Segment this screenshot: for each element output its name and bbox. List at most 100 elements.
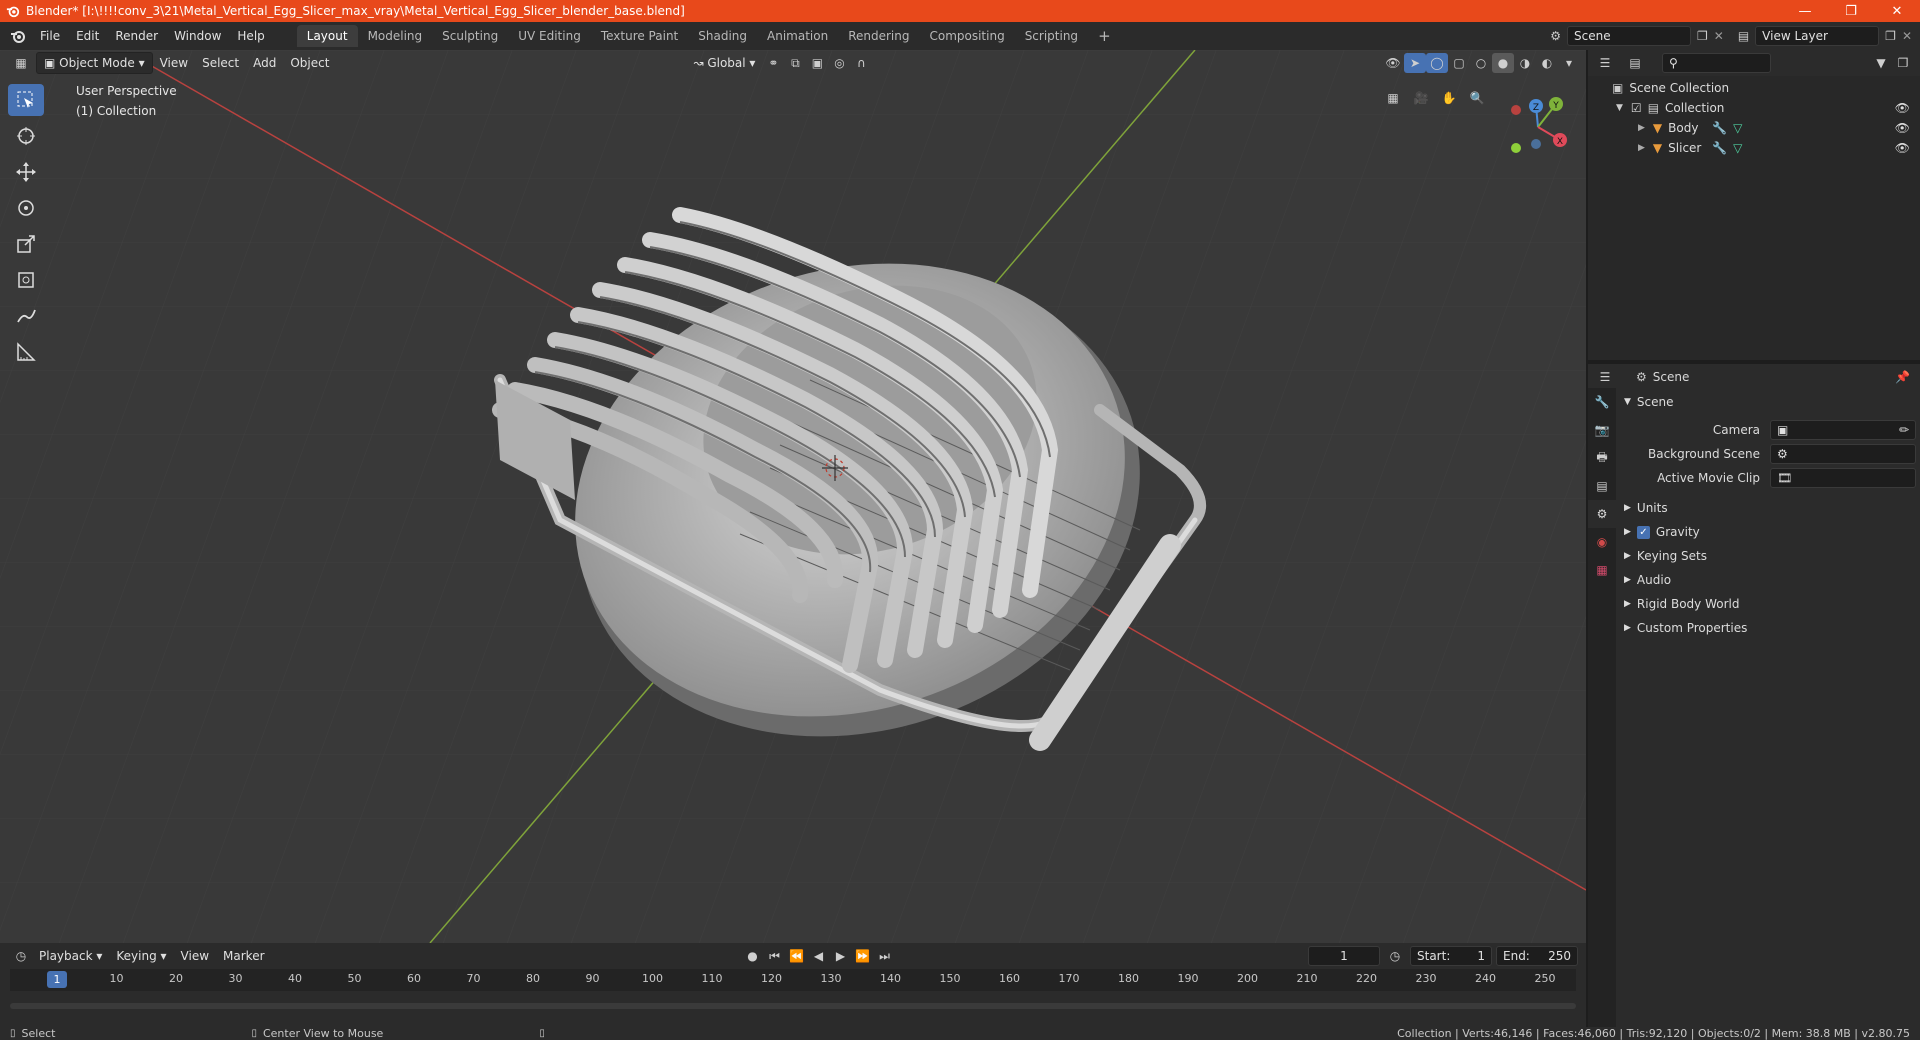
annotate-tool[interactable] <box>8 300 44 332</box>
new-view-layer-icon[interactable]: ❐ <box>1885 29 1896 43</box>
tab-texture[interactable]: ▦ <box>1588 556 1616 584</box>
play-reverse-icon[interactable]: ◀ <box>808 946 830 966</box>
remove-scene-icon[interactable]: ✕ <box>1714 29 1724 43</box>
camera-field[interactable]: ▣ ✏ <box>1770 420 1916 440</box>
start-frame-field[interactable]: Start: 1 <box>1410 946 1492 966</box>
minimize-button[interactable]: — <box>1782 0 1828 22</box>
proportional-edit-icon[interactable]: ◎ <box>828 53 850 73</box>
orientation-dropdown[interactable]: ↝ Global ▾ <box>686 53 762 73</box>
snap-target-icon[interactable]: ▣ <box>806 53 828 73</box>
timeline-menu-view[interactable]: View <box>174 946 216 966</box>
tab-world[interactable]: ◉ <box>1588 528 1616 556</box>
tab-animation[interactable]: Animation <box>757 25 838 47</box>
tab-tool[interactable]: 🔧 <box>1588 388 1616 416</box>
add-workspace-button[interactable]: + <box>1088 25 1121 47</box>
tab-compositing[interactable]: Compositing <box>919 25 1014 47</box>
movie-clip-field[interactable]: 🎞 <box>1770 468 1916 488</box>
tab-scene[interactable]: ⚙ <box>1588 500 1616 528</box>
scene-panel-header[interactable]: ▼ Scene <box>1620 390 1916 414</box>
viewport-menu-add[interactable]: Add <box>246 53 283 73</box>
menu-render[interactable]: Render <box>107 25 166 47</box>
rigid-body-world-panel-header[interactable]: ▶ Rigid Body World <box>1620 592 1916 616</box>
outliner-object-row[interactable]: ▶ ▼ Body 🔧 ▽ 👁 <box>1600 118 1916 138</box>
camera-view-icon[interactable]: 🎥 <box>1410 88 1432 108</box>
next-keyframe-icon[interactable]: ⏩ <box>852 946 874 966</box>
gizmo-toggle-icon[interactable]: ➤ <box>1404 53 1426 73</box>
keying-sets-panel-header[interactable]: ▶ Keying Sets <box>1620 544 1916 568</box>
tab-modeling[interactable]: Modeling <box>358 25 433 47</box>
blender-menu-icon[interactable] <box>10 28 26 44</box>
timeline-menu-keying[interactable]: Keying ▾ <box>109 946 173 966</box>
mode-dropdown[interactable]: ▣ Object Mode ▾ <box>36 52 153 74</box>
remove-view-layer-icon[interactable]: ✕ <box>1902 29 1912 43</box>
viewport-menu-view[interactable]: View <box>153 53 195 73</box>
record-icon[interactable]: ● <box>742 946 764 966</box>
measure-tool[interactable] <box>8 336 44 368</box>
close-button[interactable]: ✕ <box>1874 0 1920 22</box>
select-box-tool[interactable] <box>8 84 44 116</box>
maximize-button[interactable]: ❐ <box>1828 0 1874 22</box>
frame-ruler[interactable]: 1 10 20 30 40 50 60 70 80 90 100 110 120 130 140 150 160… <box>10 969 1576 991</box>
material-shading-icon[interactable]: ◑ <box>1514 53 1536 73</box>
tab-view-layer[interactable]: ▤ <box>1588 472 1616 500</box>
expand-arrow-icon[interactable]: ▶ <box>1638 123 1645 133</box>
jump-end-icon[interactable]: ⏭ <box>874 946 896 966</box>
background-scene-field[interactable]: ⚙ <box>1770 444 1916 464</box>
transform-tool[interactable] <box>8 264 44 296</box>
tab-render[interactable]: 📷 <box>1588 416 1616 444</box>
snap-icon[interactable]: ⧉ <box>784 53 806 73</box>
3d-viewport[interactable] <box>0 50 1586 943</box>
expand-arrow-icon[interactable]: ▶ <box>1638 143 1645 153</box>
tab-scripting[interactable]: Scripting <box>1015 25 1088 47</box>
outliner-root-row[interactable]: ▣ Scene Collection <box>1600 78 1916 98</box>
falloff-icon[interactable]: ∩ <box>850 53 872 73</box>
filter-icon[interactable]: ▼ <box>1870 53 1892 73</box>
expand-arrow-icon[interactable]: ▼ <box>1616 103 1623 113</box>
zoom-icon[interactable]: 🔍 <box>1466 88 1488 108</box>
scale-tool[interactable] <box>8 228 44 260</box>
cursor-tool[interactable] <box>8 120 44 152</box>
timeline-scrollbar[interactable] <box>10 1003 1576 1009</box>
collection-checkbox-icon[interactable]: ☑ <box>1631 101 1642 115</box>
visibility-icon[interactable]: 👁 <box>1382 53 1404 73</box>
prev-keyframe-icon[interactable]: ⏪ <box>786 946 808 966</box>
timeline-editor-icon[interactable]: ◷ <box>10 946 32 966</box>
jump-start-icon[interactable]: ⏮ <box>764 946 786 966</box>
new-scene-icon[interactable]: ❐ <box>1697 29 1708 43</box>
pin-icon[interactable]: 📌 <box>1895 370 1910 384</box>
end-frame-field[interactable]: End: 250 <box>1496 946 1578 966</box>
timeline-tracks[interactable] <box>10 991 1576 1013</box>
shading-options-icon[interactable]: ▾ <box>1558 53 1580 73</box>
scene-selector[interactable]: Scene <box>1567 26 1691 46</box>
tab-sculpting[interactable]: Sculpting <box>432 25 508 47</box>
timeline-menu-playback[interactable]: Playback ▾ <box>32 946 109 966</box>
properties-editor-icon[interactable]: ☰ <box>1594 367 1616 387</box>
collection-visibility-icon[interactable]: 👁 <box>1895 101 1910 115</box>
display-mode-icon[interactable]: ▤ <box>1624 53 1646 73</box>
viewport-menu-object[interactable]: Object <box>283 53 336 73</box>
menu-window[interactable]: Window <box>166 25 229 47</box>
pan-hand-icon[interactable]: ✋ <box>1438 88 1460 108</box>
current-frame-field[interactable]: 1 <box>1308 946 1380 966</box>
tab-uv-editing[interactable]: UV Editing <box>508 25 591 47</box>
tab-texture-paint[interactable]: Texture Paint <box>591 25 688 47</box>
outliner-object-row[interactable]: ▶ ▼ Slicer 🔧 ▽ 👁 <box>1600 138 1916 158</box>
rendered-shading-icon[interactable]: ◐ <box>1536 53 1558 73</box>
grid-view-icon[interactable]: ▦ <box>1382 88 1404 108</box>
timeline-menu-marker[interactable]: Marker <box>216 946 271 966</box>
eyedropper-icon[interactable]: ✏ <box>1899 421 1909 439</box>
view-layer-selector[interactable]: View Layer <box>1755 26 1880 46</box>
rotate-tool[interactable] <box>8 192 44 224</box>
tab-shading[interactable]: Shading <box>688 25 757 47</box>
audio-panel-header[interactable]: ▶ Audio <box>1620 568 1916 592</box>
navigation-gizmo[interactable]: Z Y X <box>1498 92 1578 158</box>
editor-type-icon[interactable]: ▦ <box>10 53 32 73</box>
viewport-menu-select[interactable]: Select <box>195 53 246 73</box>
object-visibility-icon[interactable]: 👁 <box>1895 141 1910 155</box>
tab-layout[interactable]: Layout <box>296 25 358 47</box>
custom-properties-panel-header[interactable]: ▶ Custom Properties <box>1620 616 1916 640</box>
pivot-icon[interactable]: ⚭ <box>762 53 784 73</box>
menu-help[interactable]: Help <box>229 25 272 47</box>
new-collection-icon[interactable]: ❐ <box>1892 53 1914 73</box>
overlay-toggle-icon[interactable]: ◯ <box>1426 53 1448 73</box>
